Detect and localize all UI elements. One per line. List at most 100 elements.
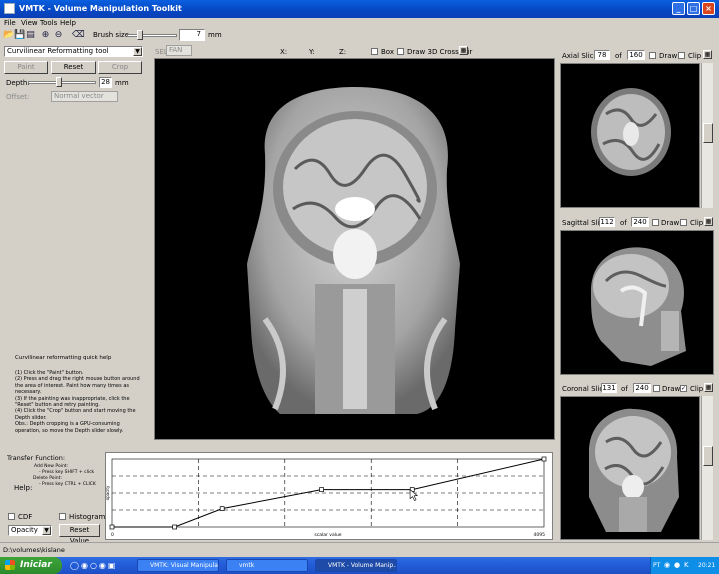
help-line: (2) Press and drag the right mouse butto… — [15, 376, 140, 383]
zoom-in-icon[interactable]: ⊕ — [40, 30, 51, 41]
axial-settings-icon[interactable]: ▦ — [703, 50, 712, 59]
volume-render-image — [247, 87, 460, 414]
chevron-down-icon[interactable]: ▼ — [133, 47, 142, 56]
cdf-checkbox[interactable] — [8, 513, 15, 520]
axial-draw-checkbox[interactable] — [649, 52, 656, 59]
start-label: Iniciar — [20, 560, 52, 570]
depth-slider-thumb[interactable] — [56, 77, 62, 87]
brush-size-field[interactable]: 7 — [179, 29, 205, 41]
task-vmtk-console[interactable]: vmtk — [226, 559, 308, 572]
axial-scrollbar[interactable] — [701, 63, 713, 208]
system-tray: PT ◉ ● K 20:21 — [650, 557, 719, 574]
sagittal-clip-label: Clip — [690, 219, 704, 227]
axial-of-label: of — [615, 52, 622, 60]
crop-button[interactable]: Crop — [98, 61, 142, 74]
sagittal-slice-field[interactable]: 112 — [599, 217, 615, 227]
tray-security-icon[interactable]: ● — [674, 561, 680, 569]
axial-clip-checkbox[interactable] — [678, 52, 685, 59]
menu-view[interactable]: View — [21, 19, 38, 27]
help-line: (4) Click the "Crop" button and start mo… — [15, 408, 136, 415]
draw-crosshair-checkbox[interactable] — [397, 48, 404, 55]
tool-select[interactable]: Curvilinear Reformatting tool — [4, 46, 143, 57]
depth-slider-track[interactable] — [28, 81, 96, 84]
zoom-out-icon[interactable]: ⊖ — [53, 30, 64, 41]
minimize-button[interactable]: _ — [672, 2, 685, 15]
tf-x-end-label: 4095 — [534, 532, 546, 538]
status-path: D:\volumes\kislane — [3, 546, 65, 554]
tf-control-point[interactable] — [109, 524, 115, 530]
sel-select[interactable]: FAN — [166, 45, 192, 56]
eraser-icon[interactable]: ⌫ — [72, 30, 85, 41]
task-vmtk-visual[interactable]: VMTK: Visual Manipula... — [137, 559, 219, 572]
tf-help-label: Help: — [14, 484, 33, 492]
coronal-settings-icon[interactable]: ▦ — [704, 383, 713, 392]
menu-help[interactable]: Help — [60, 19, 76, 27]
help-text: (1) Click the "Paint" button. (2) Press … — [15, 370, 151, 434]
brush-size-slider-thumb[interactable] — [137, 30, 143, 40]
tf-control-point[interactable] — [172, 524, 177, 530]
media-icon[interactable]: ◉ — [81, 561, 90, 570]
sagittal-total-field: 240 — [631, 217, 649, 227]
cdf-label: CDF — [18, 513, 33, 521]
crosshair-settings-icon[interactable]: ▦ — [459, 46, 468, 55]
brush-size-unit: mm — [208, 31, 222, 39]
start-button[interactable]: Iniciar — [0, 557, 62, 574]
browser-icon[interactable]: ◉ — [99, 561, 108, 570]
window-title: VMTK - Volume Manipulation Toolkit — [19, 4, 182, 13]
brush-size-slider-track[interactable] — [127, 34, 177, 37]
sagittal-draw-label: Draw — [661, 219, 680, 227]
axial-slice-view[interactable] — [560, 63, 700, 208]
maximize-button[interactable]: □ — [687, 2, 700, 15]
coord-y: Y: — [309, 48, 315, 56]
tf-mode-chevron-down-icon[interactable]: ▼ — [42, 526, 51, 535]
sagittal-clip-checkbox[interactable] — [680, 219, 687, 226]
axial-slice-label: Axial Slice — [562, 52, 598, 60]
coronal-draw-checkbox[interactable] — [653, 385, 660, 392]
axial-total-field: 160 — [627, 50, 645, 60]
close-button[interactable]: × — [702, 2, 715, 15]
depth-field[interactable]: 28 — [99, 77, 112, 88]
task-vmtk-main[interactable]: VMTK - Volume Manip... — [315, 559, 397, 572]
box-checkbox[interactable] — [371, 48, 378, 55]
volume-render-view[interactable] — [154, 58, 555, 440]
tf-control-point[interactable] — [541, 456, 547, 462]
save-icon[interactable]: 💾 — [14, 30, 25, 41]
desktop-icon[interactable]: ▣ — [108, 561, 118, 570]
tf-control-point[interactable] — [219, 506, 225, 511]
tf-control-point[interactable] — [319, 487, 324, 492]
app-icon — [4, 3, 15, 14]
tf-graph-canvas[interactable]: scalar value 0 4095 opacity — [105, 453, 552, 539]
tf-graph[interactable]: scalar value 0 4095 opacity — [105, 452, 553, 540]
histogram-label: Histogram — [69, 513, 106, 521]
tray-language[interactable]: PT — [653, 562, 660, 569]
coronal-draw-label: Draw — [662, 385, 681, 393]
status-bar: D:\volumes\kislane — [0, 542, 719, 556]
menu-tools[interactable]: Tools — [40, 19, 57, 27]
coronal-slice-field[interactable]: 131 — [601, 383, 617, 393]
tray-network-icon[interactable]: ◉ — [664, 561, 670, 569]
axial-slice-field[interactable]: 78 — [594, 50, 610, 60]
histogram-checkbox[interactable] — [59, 513, 66, 520]
brush-size-label: Brush size — [93, 31, 129, 39]
tf-x-start-label: 0 — [111, 532, 114, 538]
opera-icon[interactable]: ○ — [90, 561, 99, 570]
coronal-clip-checkbox[interactable]: ✓ — [680, 385, 687, 392]
histogram-icon[interactable]: ▤ — [25, 30, 36, 41]
sagittal-draw-checkbox[interactable] — [652, 219, 659, 226]
axial-scroll-thumb[interactable] — [703, 123, 713, 143]
menu-bar: File View Tools Help — [0, 18, 719, 28]
help-title: Curvilinear reformatting quick help — [15, 355, 112, 361]
windows-logo-icon — [5, 560, 15, 570]
sagittal-settings-icon[interactable]: ▦ — [704, 217, 713, 226]
reset-button[interactable]: Reset — [51, 61, 96, 74]
axial-slice-image — [591, 88, 671, 176]
open-folder-icon[interactable]: 📂 — [3, 30, 14, 41]
tray-kaspersky-icon[interactable]: K — [684, 561, 689, 569]
menu-file[interactable]: File — [4, 19, 16, 27]
offset-select[interactable]: Normal vector — [51, 91, 118, 102]
paint-button[interactable]: Paint — [4, 61, 48, 74]
ie-icon[interactable]: ◯ — [70, 561, 81, 570]
tf-reset-button[interactable]: Reset Value — [59, 524, 100, 545]
sagittal-slice-view[interactable] — [560, 230, 714, 375]
coronal-clip-label: Clip — [690, 385, 704, 393]
